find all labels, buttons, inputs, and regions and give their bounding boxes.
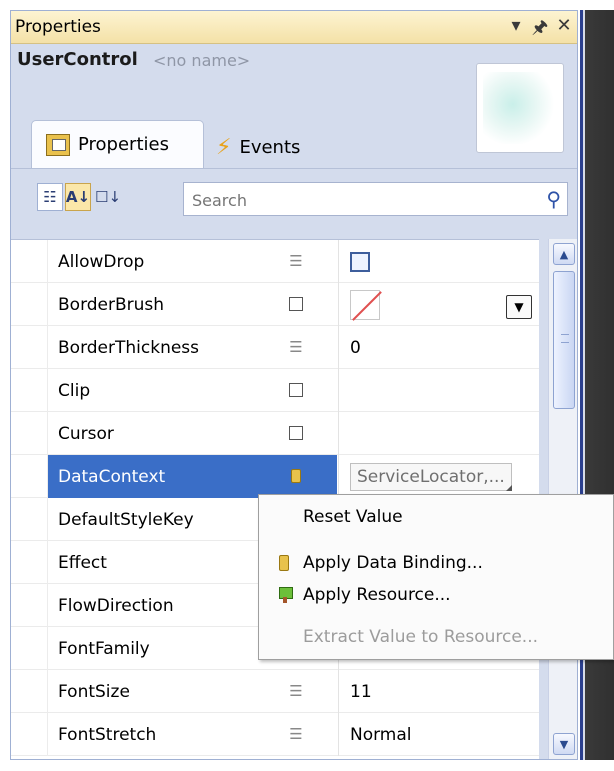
resource-marker-icon[interactable] xyxy=(287,381,305,399)
menu-item-extract-value: Extract Value to Resource... xyxy=(259,621,613,653)
property-value-text: 11 xyxy=(350,681,372,702)
property-row[interactable]: FontStretch ☰ Normal xyxy=(11,713,539,756)
list-marker-icon[interactable]: ☰ xyxy=(287,338,305,356)
menu-item-label: Reset Value xyxy=(303,507,403,527)
sort-alpha-icon[interactable]: A↓ xyxy=(65,183,91,211)
scroll-up-icon[interactable]: ▲ xyxy=(553,243,575,265)
list-marker-icon[interactable]: ☰ xyxy=(287,252,305,270)
menu-item-label: Extract Value to Resource... xyxy=(303,627,539,647)
panel-title: Properties xyxy=(15,17,101,37)
scroll-thumb[interactable] xyxy=(553,271,575,409)
window-frame: Properties ▾ 🖈 ✕ UserControl <no name> P… xyxy=(0,0,614,771)
resource-icon xyxy=(279,587,293,603)
pin-icon[interactable]: 🖈 xyxy=(531,15,549,45)
property-value[interactable] xyxy=(338,369,539,412)
databinding-icon xyxy=(279,555,289,571)
property-row[interactable]: Cursor xyxy=(11,412,539,455)
property-value[interactable] xyxy=(338,240,539,283)
object-thumbnail xyxy=(476,63,564,153)
property-value-text: 0 xyxy=(350,337,361,358)
tab-events[interactable]: ⚡ Events xyxy=(216,127,300,167)
properties-icon xyxy=(46,133,70,156)
context-menu: Reset Value Apply Data Binding... Apply … xyxy=(258,494,614,660)
menu-item-label: Apply Data Binding... xyxy=(303,553,483,573)
tab-events-label: Events xyxy=(239,136,301,158)
object-name[interactable]: <no name> xyxy=(153,51,250,70)
bottom-edge xyxy=(0,760,614,771)
thumbnail-preview xyxy=(483,72,557,144)
allowdrop-checkbox[interactable] xyxy=(350,251,370,272)
tab-properties-label: Properties xyxy=(78,134,169,155)
property-row[interactable]: BorderThickness ☰ 0 xyxy=(11,326,539,369)
sort-source-icon[interactable]: ☐↓ xyxy=(95,183,121,211)
property-value[interactable]: 11 xyxy=(338,670,539,713)
property-value[interactable]: Normal xyxy=(338,713,539,756)
property-row-selected[interactable]: DataContext ServiceLocator,... xyxy=(11,455,539,498)
property-value[interactable] xyxy=(338,412,539,455)
property-row[interactable]: FontSize ☰ 11 xyxy=(11,670,539,713)
tab-properties[interactable]: Properties xyxy=(31,120,204,168)
property-row[interactable]: Clip xyxy=(11,369,539,412)
scroll-grip-icon xyxy=(561,334,569,343)
no-brush-swatch[interactable] xyxy=(350,289,380,320)
property-value-text: Normal xyxy=(350,724,412,745)
menu-item-label: Apply Resource... xyxy=(303,585,451,605)
resource-marker-icon[interactable] xyxy=(287,424,305,442)
resource-marker-icon[interactable] xyxy=(287,295,305,313)
object-type: UserControl xyxy=(17,49,138,70)
dropdown-arrow-icon[interactable]: ▾ xyxy=(507,15,525,45)
binding-value[interactable]: ServiceLocator,... xyxy=(350,462,512,491)
lightning-icon: ⚡ xyxy=(216,134,232,160)
property-row[interactable]: AllowDrop ☰ xyxy=(11,240,539,283)
menu-item-reset-value[interactable]: Reset Value xyxy=(259,501,613,533)
search-box: ⚲ xyxy=(183,182,568,216)
scroll-down-icon[interactable]: ▼ xyxy=(553,733,575,755)
menu-item-apply-resource[interactable]: Apply Resource... xyxy=(259,579,613,611)
menu-item-apply-data-binding[interactable]: Apply Data Binding... xyxy=(259,547,613,579)
property-value[interactable]: 0 xyxy=(338,326,539,369)
list-marker-icon[interactable]: ☰ xyxy=(287,725,305,743)
close-icon[interactable]: ✕ xyxy=(555,15,573,45)
property-row[interactable]: BorderBrush ▼ xyxy=(11,283,539,326)
property-value[interactable]: ServiceLocator,... xyxy=(338,455,539,498)
brush-dropdown-button[interactable]: ▼ xyxy=(506,295,532,319)
list-marker-icon[interactable]: ☰ xyxy=(287,682,305,700)
panel-controls: ▾ 🖈 ✕ xyxy=(507,15,573,45)
databinding-marker-icon[interactable] xyxy=(287,467,305,485)
categorized-icon[interactable]: ☷ xyxy=(37,183,63,211)
search-input[interactable] xyxy=(192,188,522,212)
search-icon[interactable]: ⚲ xyxy=(546,187,561,211)
panel-titlebar: Properties ▾ 🖈 ✕ xyxy=(11,11,577,45)
